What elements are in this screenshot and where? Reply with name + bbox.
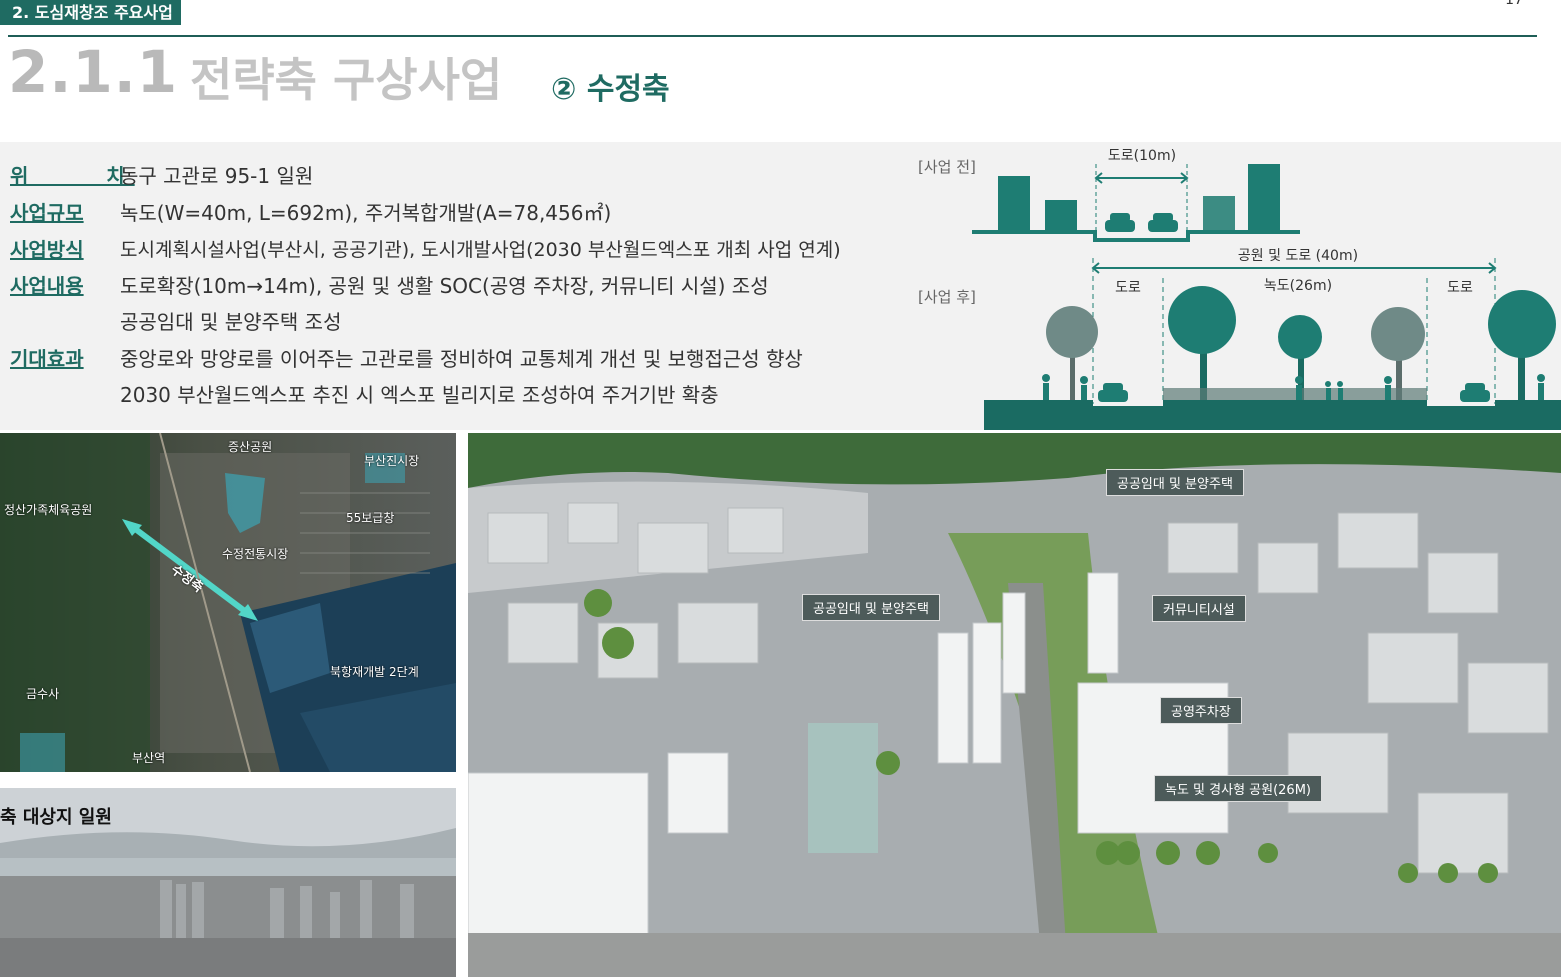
info-value: 도로확장(10m→14m), 공원 및 생활 SOC(공영 주차장, 커뮤니티 …: [120, 274, 769, 298]
header-rule: [8, 35, 1537, 37]
info-value: 2030 부산월드엑스포 추진 시 엑스포 빌리지로 조성하여 주거기반 확충: [120, 383, 719, 407]
callout-community: 커뮤니티시설: [1152, 595, 1246, 622]
info-value: 도시계획시설사업(부산시, 공공기관), 도시개발사업(2030 부산월드엑스포…: [120, 239, 841, 261]
callout-housing-left: 공공임대 및 분양주택: [802, 594, 940, 621]
building: [998, 176, 1030, 232]
road-before-label: 도로(10m): [1108, 148, 1176, 164]
map-label-temple: 금수사: [26, 687, 60, 701]
section-tag: 2. 도심재창조 주요사업: [0, 0, 181, 25]
map-label-park2: 정산가족체육공원: [4, 503, 93, 517]
road-section-diagram: [사업 전] 도로(10m) [사업 후] 공원 및 도로 (40m) 도로 녹…: [918, 148, 1561, 430]
info-label: 사업내용: [10, 274, 84, 298]
map-label-market: 부산진시장: [364, 454, 420, 468]
total-width-label: 공원 및 도로 (40m): [1238, 248, 1358, 264]
callout-parking: 공영주차장: [1160, 697, 1242, 724]
car-icon: [1098, 383, 1128, 402]
tree-icon: [1046, 306, 1098, 400]
page-number: 17: [1505, 0, 1523, 8]
ground-line: [972, 230, 1300, 242]
map-label-station: 부산역: [132, 751, 166, 765]
green-label: 녹도(26m): [1264, 278, 1332, 294]
road-right-label: 도로: [1447, 280, 1473, 296]
info-label: 위 치: [10, 164, 135, 188]
info-value: 공공임대 및 분양주택 조성: [120, 310, 342, 334]
page-title: 전략축 구상사업: [190, 53, 503, 107]
info-value: 녹도(W=40m, L=692m), 주거복합개발(A=78,456㎡): [120, 201, 612, 225]
info-label: 사업규모: [10, 201, 84, 225]
info-value: 중앙로와 망양로를 이어주는 고관로를 정비하여 교통체계 개선 및 보행접근성…: [120, 347, 803, 371]
callout-housing-top: 공공임대 및 분양주택: [1106, 469, 1244, 496]
info-label: 사업방식: [10, 238, 84, 262]
info-label: 기대효과: [10, 347, 84, 371]
rendering-image: 공공임대 및 분양주택 공공임대 및 분양주택 커뮤니티시설 공영주차장 녹도 …: [468, 433, 1561, 977]
building: [1248, 164, 1280, 232]
map-label-storage: 55보급창: [346, 511, 395, 525]
aerial-map-image: [0, 433, 456, 772]
after-label: [사업 후]: [918, 288, 976, 306]
map-label-market2: 수정전통시장: [222, 547, 289, 561]
ground: [984, 400, 1561, 430]
tree-icon: [1371, 307, 1425, 400]
map-label-park: 증산공원: [228, 440, 273, 454]
building: [1203, 196, 1235, 232]
before-label: [사업 전]: [918, 158, 976, 176]
road-left-label: 도로: [1115, 280, 1141, 296]
callout-park: 녹도 및 경사형 공원(26M): [1154, 775, 1322, 802]
car-icon: [1460, 383, 1490, 402]
page-subtitle: ② 수정축: [551, 72, 670, 107]
rendering-illustration: [468, 433, 1561, 977]
city-photo-caption: 축 대상지 일원: [0, 807, 112, 828]
tree-icon: [1488, 290, 1556, 400]
car-icon: [1148, 213, 1178, 232]
title-number: 2.1.1: [8, 38, 179, 106]
map-label-redevelop: 북항재개발 2단계: [330, 665, 419, 679]
info-value: 동구 고관로 95-1 일원: [120, 164, 314, 188]
aerial-map-photo: 증산공원 부산진시장 정산가족체육공원 55보급창 수정전통시장 수정축 북항재…: [0, 433, 456, 772]
car-icon: [1105, 213, 1135, 232]
tree-icon: [1168, 286, 1236, 400]
glass-tower: [808, 723, 878, 853]
building: [1045, 200, 1077, 232]
